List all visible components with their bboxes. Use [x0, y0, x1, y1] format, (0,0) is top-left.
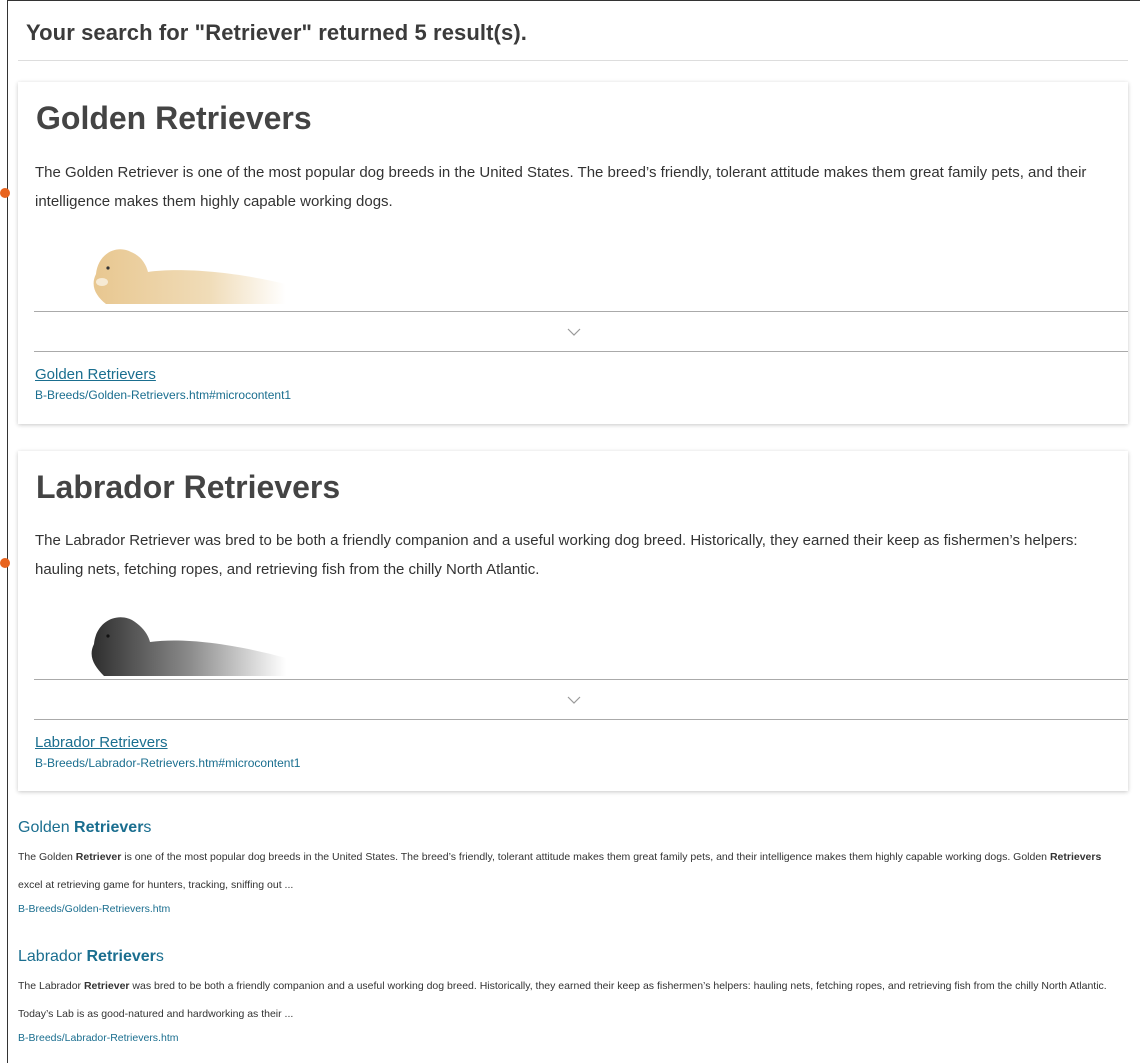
callout-arrow-marker	[0, 558, 10, 568]
result-title-link[interactable]: Labrador Retrievers	[18, 948, 164, 965]
chevron-down-icon[interactable]	[566, 324, 582, 340]
divider	[34, 311, 1128, 312]
featured-result-card: Labrador Retrievers The Labrador Retriev…	[18, 451, 1128, 791]
featured-link[interactable]: Golden Retrievers	[35, 366, 156, 383]
featured-title: Golden Retrievers	[36, 100, 312, 136]
search-result-item: Labrador Retrievers The Labrador Retriev…	[18, 948, 1128, 1044]
search-results-heading: Your search for "Retriever" returned 5 r…	[26, 20, 527, 45]
divider	[34, 351, 1128, 352]
heading-divider	[18, 60, 1128, 61]
callout-arrow-marker	[0, 188, 10, 198]
featured-description: The Labrador Retriever was bred to be bo…	[35, 532, 1078, 578]
divider	[34, 679, 1128, 680]
featured-description: The Golden Retriever is one of the most …	[35, 164, 1087, 210]
featured-path[interactable]: B-Breeds/Labrador-Retrievers.htm#microco…	[35, 756, 300, 770]
chevron-down-icon[interactable]	[566, 692, 582, 708]
search-result-item: Golden Retrievers The Golden Retriever i…	[18, 819, 1128, 915]
result-snippet: The Labrador Retriever was bred to be bo…	[18, 980, 1107, 1020]
featured-link[interactable]: Labrador Retrievers	[35, 734, 168, 751]
result-title-link[interactable]: Golden Retrievers	[18, 819, 151, 836]
labrador-retriever-image	[76, 606, 286, 676]
result-path[interactable]: B-Breeds/Labrador-Retrievers.htm	[18, 1032, 1128, 1044]
golden-retriever-image	[76, 234, 286, 304]
result-path[interactable]: B-Breeds/Golden-Retrievers.htm	[18, 903, 1128, 915]
featured-title: Labrador Retrievers	[36, 469, 341, 505]
divider	[34, 719, 1128, 720]
result-snippet: The Golden Retriever is one of the most …	[18, 851, 1102, 891]
featured-path[interactable]: B-Breeds/Golden-Retrievers.htm#microcont…	[35, 388, 291, 402]
featured-result-card: Golden Retrievers The Golden Retriever i…	[18, 82, 1128, 424]
